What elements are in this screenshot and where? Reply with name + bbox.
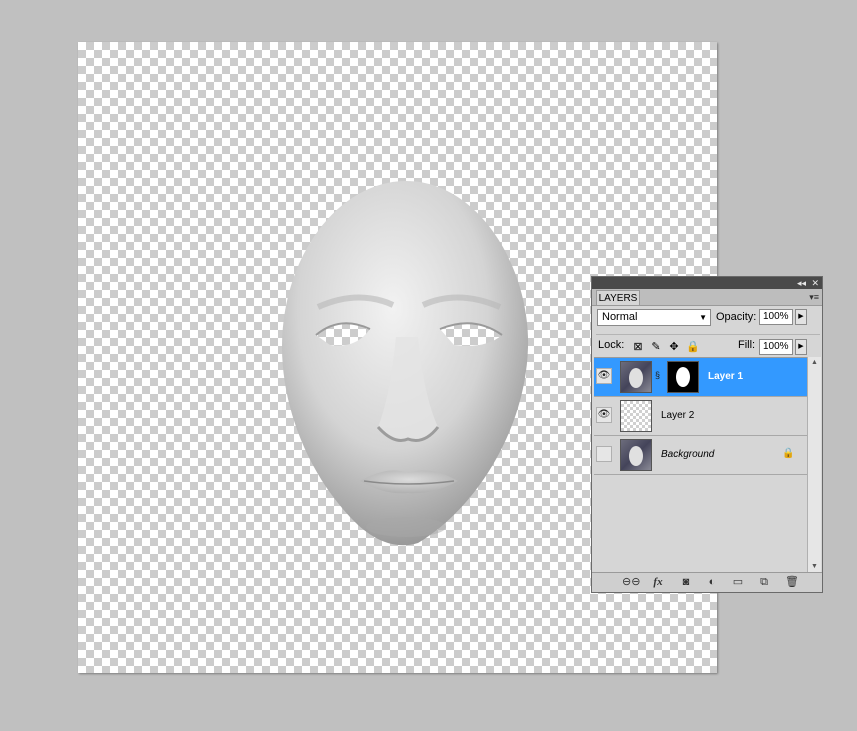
layer-name[interactable]: Background xyxy=(661,448,714,462)
layer-row-layer-1[interactable]: 👁 § Layer 1 xyxy=(594,358,807,397)
panel-tab-row: LAYERS ▾≡ xyxy=(592,289,822,306)
visibility-toggle-empty[interactable] xyxy=(596,446,612,462)
blend-opacity-row: Normal ▼ Opacity: 100% ▶ xyxy=(596,309,820,329)
layers-scrollbar[interactable]: ▲ ▼ xyxy=(807,357,821,573)
fill-slider-button[interactable]: ▶ xyxy=(795,339,807,355)
add-mask-icon[interactable]: ◙ xyxy=(678,575,694,589)
layer-name[interactable]: Layer 1 xyxy=(708,370,743,384)
layers-panel: ◂◂ ✕ LAYERS ▾≡ Normal ▼ Opacity: 100% ▶ … xyxy=(591,276,823,593)
fx-icon[interactable]: fx xyxy=(650,575,666,589)
layer-row-background[interactable]: Background 🔒 xyxy=(594,436,807,475)
new-group-icon[interactable]: ▭ xyxy=(730,575,746,589)
lock-transparent-pixels-icon[interactable]: ⊠ xyxy=(632,341,644,353)
opacity-input[interactable]: 100% xyxy=(759,309,793,325)
fill-input[interactable]: 100% xyxy=(759,339,793,355)
panel-titlebar: ◂◂ ✕ xyxy=(592,277,822,289)
fill-label: Fill: xyxy=(738,339,756,351)
visibility-eye-icon[interactable]: 👁 xyxy=(596,407,612,423)
tab-layers[interactable]: LAYERS xyxy=(596,290,640,305)
trash-icon[interactable]: 🗑 xyxy=(784,575,800,589)
lock-position-icon[interactable]: ✥ xyxy=(668,341,680,353)
opacity-slider-button[interactable]: ▶ xyxy=(795,309,807,325)
chevron-down-icon: ▼ xyxy=(699,313,707,322)
layer-mask-thumbnail[interactable] xyxy=(667,361,699,393)
visibility-eye-icon[interactable]: 👁 xyxy=(596,368,612,384)
layer-row-layer-2[interactable]: 👁 Layer 2 xyxy=(594,397,807,436)
lock-image-pixels-icon[interactable]: ✎ xyxy=(650,341,662,353)
new-layer-icon[interactable]: ⧉ xyxy=(756,575,772,589)
panel-menu-icon[interactable]: ▾≡ xyxy=(809,291,819,303)
adjustment-layer-icon[interactable]: ◐ xyxy=(704,575,720,589)
layer-name[interactable]: Layer 2 xyxy=(661,409,694,423)
mask-image xyxy=(282,181,529,546)
layer-thumbnail xyxy=(620,439,652,471)
scroll-up-icon[interactable]: ▲ xyxy=(808,357,821,369)
blend-mode-value: Normal xyxy=(602,311,638,323)
lock-fill-row: Lock: ⊠ ✎ ✥ 🔒 Fill: 100% ▶ xyxy=(596,334,820,357)
link-layers-icon[interactable]: ⊖⊖ xyxy=(622,575,640,589)
opacity-label: Opacity: xyxy=(716,311,757,323)
close-panel-icon[interactable]: ✕ xyxy=(811,277,819,289)
blend-mode-select[interactable]: Normal ▼ xyxy=(597,309,711,326)
layer-thumbnail xyxy=(620,361,652,393)
panel-bottom-bar: ⊖⊖ fx ◙ ◐ ▭ ⧉ 🗑 xyxy=(592,572,822,592)
layer-thumbnail xyxy=(620,400,652,432)
layer-lock-icon: 🔒 xyxy=(782,448,795,459)
collapse-panel-icon[interactable]: ◂◂ xyxy=(797,277,806,289)
lock-all-icon[interactable]: 🔒 xyxy=(686,341,700,353)
layers-list: 👁 § Layer 1 👁 Layer 2 Background 🔒 xyxy=(594,357,807,574)
chain-link-icon[interactable]: § xyxy=(655,370,660,380)
lock-label: Lock: xyxy=(598,339,625,351)
